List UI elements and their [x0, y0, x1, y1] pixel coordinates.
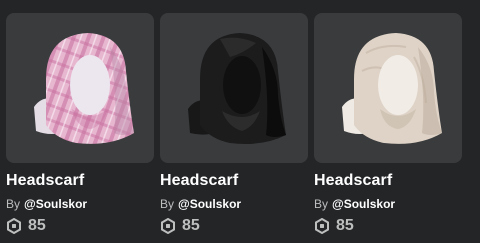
robux-icon [7, 218, 21, 234]
creator-link[interactable]: @Soulskor [178, 197, 241, 211]
headscarf-image [34, 33, 134, 144]
by-label: By [314, 197, 329, 211]
item-creator: By @Soulskor [160, 197, 241, 211]
price-amount: 85 [182, 217, 200, 234]
item-card-2[interactable]: Headscarf By @Soulskor 85 [160, 0, 308, 243]
item-price: 85 [160, 216, 200, 236]
item-creator: By @Soulskor [6, 197, 87, 211]
item-price: 85 [314, 216, 354, 236]
price-amount: 85 [336, 217, 354, 234]
headscarf-image [342, 33, 442, 144]
creator-link[interactable]: @Soulskor [332, 197, 395, 211]
robux-icon [315, 218, 329, 234]
item-card-3[interactable]: Headscarf By @Soulskor 85 [314, 0, 462, 243]
price-amount: 85 [28, 217, 46, 234]
item-price: 85 [6, 216, 46, 236]
by-label: By [6, 197, 21, 211]
item-thumbnail[interactable] [160, 13, 308, 163]
by-label: By [160, 197, 175, 211]
headscarf-image [188, 33, 286, 144]
robux-icon [161, 218, 175, 234]
item-grid: Headscarf By @Soulskor 85 Headscarf By @… [0, 0, 480, 243]
item-name[interactable]: Headscarf [314, 172, 392, 190]
item-card-1[interactable]: Headscarf By @Soulskor 85 [6, 0, 154, 243]
item-thumbnail[interactable] [314, 13, 462, 163]
creator-link[interactable]: @Soulskor [24, 197, 87, 211]
item-name[interactable]: Headscarf [6, 172, 84, 190]
item-name[interactable]: Headscarf [160, 172, 238, 190]
item-creator: By @Soulskor [314, 197, 395, 211]
item-thumbnail[interactable] [6, 13, 154, 163]
